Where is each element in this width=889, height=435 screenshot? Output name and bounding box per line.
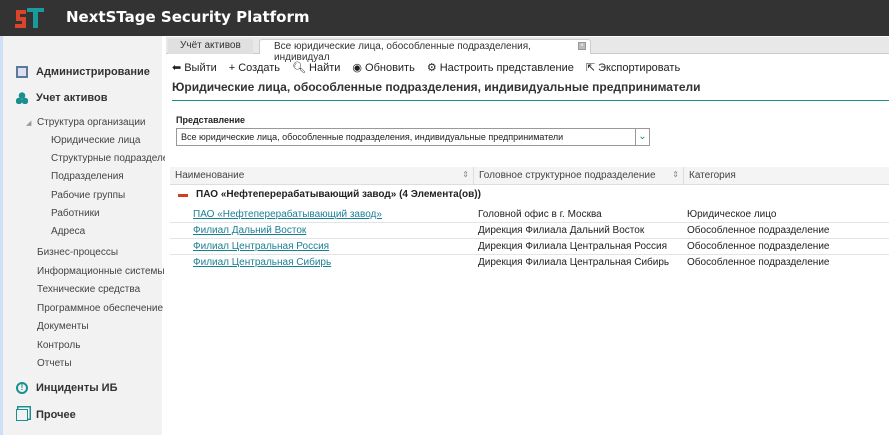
category-cell: Юридическое лицо (687, 209, 777, 220)
view-label: Представление (176, 115, 245, 125)
tab-legal-entities[interactable]: Все юридические лица, обособленные подра… (259, 39, 591, 63)
sidebar-item-addresses[interactable]: Адреса (51, 226, 165, 237)
sidebar-item-workers[interactable]: Работники (51, 208, 165, 219)
sidebar-item-sw[interactable]: Программное обеспечение (37, 303, 165, 314)
sidebar-item-bp[interactable]: Бизнес-процессы (37, 247, 165, 258)
table-row[interactable]: ПАО «Нефтеперерабатывающий завод» Головно… (170, 207, 889, 223)
entity-link[interactable]: Филиал Центральная Сибирь (193, 257, 331, 268)
parent-cell: Дирекция Филиала Дальний Восток (478, 225, 645, 236)
category-cell: Обособленное подразделение (687, 225, 830, 236)
alert-icon: ! (16, 382, 28, 394)
header-label: Категория (689, 170, 736, 181)
button-label: Найти (309, 61, 341, 74)
sidebar: Администрирование Учет активов ◢ Структу… (0, 36, 165, 435)
sidebar-item-incidents[interactable]: ! Инциденты ИБ (16, 382, 117, 394)
button-label: Создать (238, 61, 281, 74)
parent-cell: Головной офис в г. Москва (478, 209, 602, 220)
category-cell: Обособленное подразделение (687, 257, 830, 268)
refresh-icon: ◉ (352, 62, 363, 74)
sidebar-item-control[interactable]: Контроль (37, 340, 165, 351)
category-cell: Обособленное подразделение (687, 241, 830, 252)
plus-icon: + (228, 61, 236, 74)
tab-assets[interactable]: Учёт активов (168, 39, 253, 54)
table-row[interactable]: Филиал Центральная Россия Дирекция Филиал… (170, 239, 889, 255)
search-icon: 🔍︎ (292, 62, 307, 74)
entity-link[interactable]: Филиал Центральная Россия (193, 241, 329, 252)
sidebar-item-legal[interactable]: Юридические лица (51, 135, 165, 146)
parent-cell: Дирекция Филиала Центральная Россия (478, 241, 668, 252)
find-button[interactable]: 🔍︎ Найти (292, 61, 341, 75)
sidebar-item-is[interactable]: Информационные системы (37, 266, 165, 277)
toolbar: ⬅ Выйти + Создать 🔍︎ Найти ◉ Обновить ⚙ Настр… (172, 61, 681, 75)
app-title: NextSTage Security Platform (66, 8, 310, 26)
header-label: Головное структурное подразделение (479, 170, 656, 181)
exit-button[interactable]: ⬅ Выйти (172, 61, 217, 75)
sidebar-item-reports[interactable]: Отчеты (37, 358, 165, 369)
column-header-parent[interactable]: Головное структурное подразделение ⇕ (474, 167, 684, 185)
sort-icon[interactable]: ⇕ (462, 170, 469, 179)
view-select[interactable]: Все юридические лица, обособленные подра… (176, 128, 650, 146)
column-header-name[interactable]: Наименование ⇕ (170, 167, 474, 185)
arrow-left-icon: ⬅ (172, 62, 182, 74)
button-label: Выйти (184, 61, 217, 74)
sidebar-label: Прочее (36, 409, 76, 421)
sidebar-item-docs[interactable]: Документы (37, 321, 165, 332)
button-label: Настроить представление (439, 61, 574, 74)
app-header: NextSTage Security Platform (0, 0, 889, 36)
configure-view-button[interactable]: ⚙ Настроить представление (426, 61, 574, 75)
button-label: Обновить (365, 61, 415, 74)
sidebar-item-hw[interactable]: Технические средства (37, 284, 165, 295)
tab-bar: Учёт активов Все юридические лица, обосо… (166, 37, 889, 63)
table-row[interactable]: Филиал Центральная Сибирь Дирекция Филиал… (170, 255, 889, 271)
parent-cell: Дирекция Филиала Центральная Сибирь (478, 257, 670, 268)
sidebar-item-assets[interactable]: Учет активов (16, 92, 108, 104)
page-title: Юридические лица, обособленные подраздел… (172, 80, 701, 94)
divider (172, 100, 889, 101)
tab-label: Все юридические лица, обособленные подра… (274, 41, 531, 63)
logo-icon (15, 8, 44, 28)
group-row[interactable]: ▬ ПАО «Нефтеперерабатывающий завод» (4 Эл… (178, 189, 481, 200)
sidebar-label: Учет активов (36, 92, 108, 104)
entity-link[interactable]: ПАО «Нефтеперерабатывающий завод» (193, 209, 382, 220)
close-tab-icon[interactable]: × (578, 42, 586, 50)
header-label: Наименование (175, 170, 245, 181)
sidebar-label: Администрирование (36, 66, 150, 78)
sidebar-item-struct[interactable]: Структурные подразделения (51, 153, 165, 164)
expand-triangle-icon[interactable]: ◢ (26, 119, 31, 127)
entity-link[interactable]: Филиал Дальний Восток (193, 225, 306, 236)
sidebar-item-org[interactable]: Структура организации (37, 117, 165, 128)
table-header: Наименование ⇕ Головное структурное подра… (170, 167, 889, 185)
create-button[interactable]: + Создать (229, 61, 280, 74)
sidebar-item-groups[interactable]: Рабочие группы (51, 190, 165, 201)
sort-icon[interactable]: ⇕ (672, 170, 679, 179)
refresh-button[interactable]: ◉ Обновить (352, 61, 415, 75)
export-button[interactable]: ⇱ Экспортировать (585, 61, 681, 75)
sidebar-label: Инциденты ИБ (36, 382, 118, 394)
sidebar-item-admin[interactable]: Администрирование (16, 66, 150, 78)
assets-icon (16, 92, 28, 104)
column-header-category[interactable]: Категория (684, 167, 889, 185)
export-icon: ⇱ (585, 62, 596, 74)
copy-icon (16, 409, 28, 421)
gear-icon: ⚙ (426, 62, 437, 74)
sidebar-item-other[interactable]: Прочее (16, 409, 76, 421)
table-row[interactable]: Филиал Дальний Восток Дирекция Филиала Да… (170, 223, 889, 239)
collapse-icon[interactable]: ▬ (178, 189, 188, 200)
view-select-value: Все юридические лица, обособленные подра… (181, 132, 564, 142)
group-label: ПАО «Нефтеперерабатывающий завод» (4 Эле… (196, 189, 481, 200)
button-label: Экспортировать (598, 61, 681, 74)
chevron-down-icon[interactable]: ⌄ (635, 129, 649, 145)
sidebar-item-depts[interactable]: Подразделения (51, 171, 165, 182)
admin-icon (16, 66, 28, 78)
